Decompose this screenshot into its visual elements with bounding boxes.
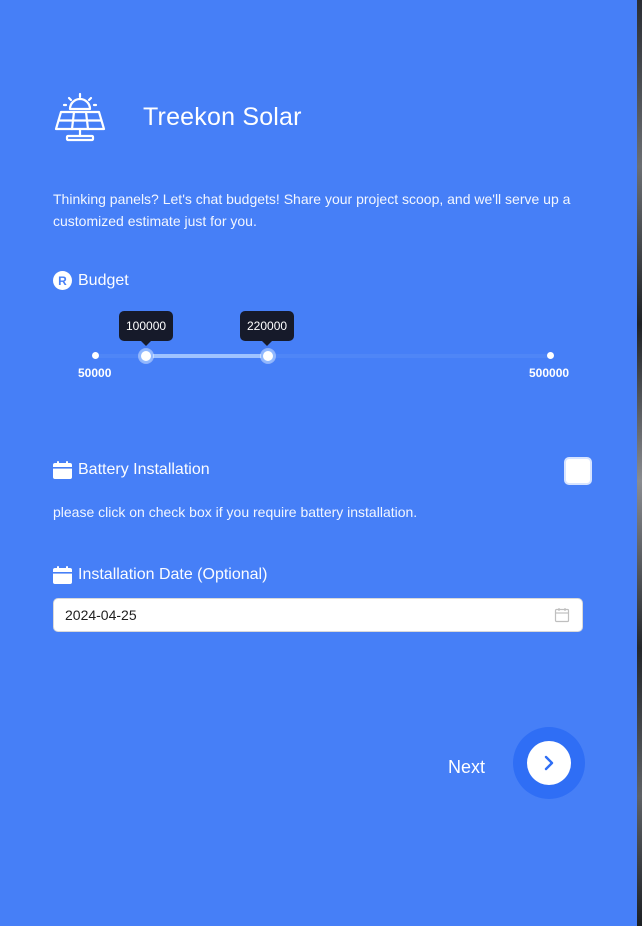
slider-max-dot — [547, 352, 554, 359]
brand-name: Treekon Solar — [143, 103, 302, 131]
battery-hint-text: please click on check box if you require… — [53, 504, 418, 520]
intro-text: Thinking panels? Let's chat budgets! Sha… — [53, 191, 571, 229]
next-button-inner[interactable] — [527, 741, 571, 785]
date-label-row: Installation Date (Optional) — [53, 566, 267, 584]
currency-badge-icon: R — [53, 271, 72, 290]
battery-label-row: Battery Installation — [53, 461, 210, 479]
calendar-icon — [53, 461, 72, 479]
form-panel: Treekon Solar Thinking panels? Let's cha… — [0, 0, 637, 926]
budget-label-row: R Budget — [53, 271, 129, 290]
slider-max-label: 500000 — [529, 366, 570, 380]
calendar-picker-icon[interactable] — [554, 607, 570, 623]
next-label[interactable]: Next — [448, 757, 485, 778]
battery-label: Battery Installation — [78, 461, 210, 478]
battery-checkbox[interactable] — [564, 457, 592, 485]
tooltip-low-value: 100000 — [119, 311, 174, 346]
slider-min-dot — [92, 352, 99, 359]
slider-handle-high[interactable] — [261, 349, 275, 363]
budget-label: Budget — [78, 271, 129, 289]
next-button[interactable] — [513, 727, 585, 799]
installation-date-picker[interactable]: 2024-04-25 — [53, 598, 583, 632]
slider-selected-range — [146, 354, 268, 358]
background-edge — [637, 0, 642, 926]
calendar-icon — [53, 566, 72, 584]
chevron-right-icon — [544, 755, 554, 771]
installation-date-value[interactable]: 2024-04-25 — [65, 607, 554, 623]
tooltip-high-value: 220000 — [240, 311, 295, 346]
installation-date-label: Installation Date (Optional) — [78, 566, 268, 583]
slider-min-label: 50000 — [78, 366, 112, 380]
slider-handle-low[interactable] — [139, 349, 153, 363]
solar-panel-icon — [54, 92, 106, 142]
